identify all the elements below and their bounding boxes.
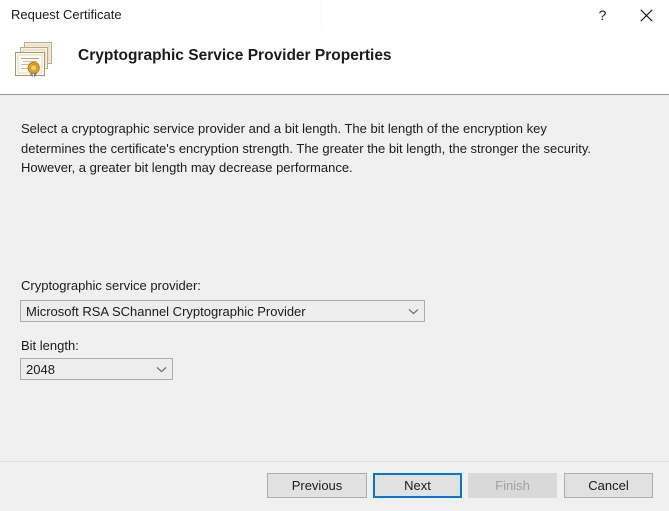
csp-field-label: Cryptographic service provider:	[21, 278, 201, 293]
bitlength-dropdown[interactable]: 2048	[20, 358, 173, 380]
request-certificate-dialog: Request Certificate ? Cryptographic Serv…	[0, 0, 669, 511]
window-title: Request Certificate	[11, 7, 122, 22]
page-title: Cryptographic Service Provider Propertie…	[78, 47, 392, 64]
question-mark-icon: ?	[598, 7, 607, 23]
close-icon	[640, 8, 653, 22]
csp-dropdown[interactable]: Microsoft RSA SChannel Cryptographic Pro…	[20, 300, 425, 322]
chevron-down-icon	[402, 308, 424, 315]
description-text: Select a cryptographic service provider …	[21, 121, 591, 175]
next-button[interactable]: Next	[373, 473, 462, 498]
cancel-button[interactable]: Cancel	[564, 473, 653, 498]
title-bar: Request Certificate ?	[0, 0, 669, 30]
bitlength-field-label: Bit length:	[21, 338, 79, 353]
footer-divider	[0, 461, 669, 462]
bitlength-dropdown-value: 2048	[26, 361, 55, 377]
previous-button[interactable]: Previous	[267, 473, 367, 498]
csp-dropdown-value: Microsoft RSA SChannel Cryptographic Pro…	[26, 303, 306, 319]
help-button[interactable]: ?	[580, 0, 625, 30]
dialog-header: Cryptographic Service Provider Propertie…	[0, 30, 669, 94]
dialog-body: Select a cryptographic service provider …	[0, 95, 669, 461]
chevron-down-icon	[150, 366, 172, 373]
close-button[interactable]	[624, 0, 669, 30]
finish-button: Finish	[468, 473, 557, 498]
titlebar-seam-divider	[320, 0, 321, 30]
dialog-footer: Previous Next Finish Cancel	[0, 461, 669, 511]
certificate-stack-icon	[10, 36, 58, 84]
